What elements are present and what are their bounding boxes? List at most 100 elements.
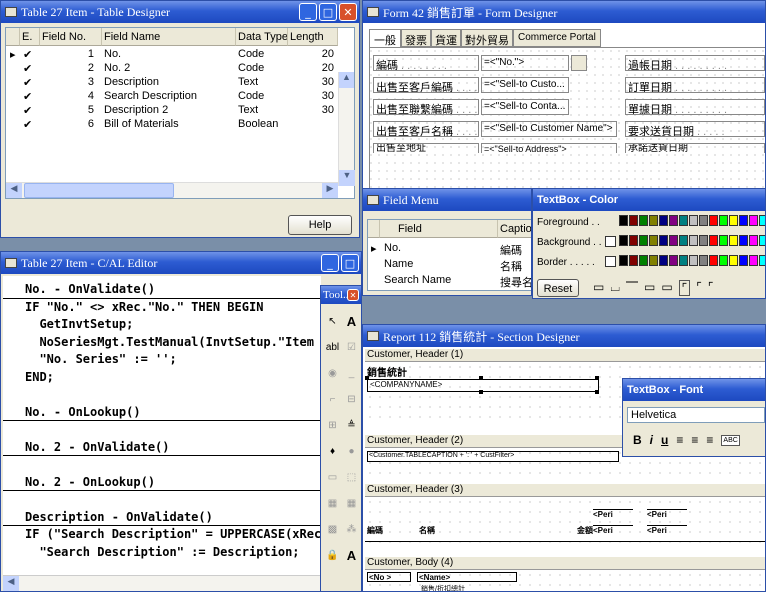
company-name-field[interactable]: <COMPANYNAME> bbox=[367, 379, 599, 392]
textbox-sell-to-contact-no[interactable]: =<"Sell-to Conta... bbox=[481, 99, 569, 115]
toolbox-tool[interactable]: ⬚ bbox=[342, 464, 361, 490]
color-swatch[interactable] bbox=[739, 255, 748, 266]
toolbox-tool[interactable]: ≜ bbox=[342, 412, 361, 438]
selection-handle[interactable] bbox=[365, 376, 369, 380]
minimize-button[interactable]: _ bbox=[321, 254, 339, 272]
color-swatch[interactable] bbox=[749, 255, 758, 266]
selection-handle[interactable] bbox=[479, 376, 483, 380]
col-header-field-name[interactable]: Field Name bbox=[104, 31, 160, 43]
label-no[interactable]: 編碼 bbox=[376, 60, 398, 70]
col-header-caption[interactable]: Caption bbox=[500, 223, 531, 235]
title-bar[interactable]: TextBox - Color bbox=[533, 189, 765, 211]
minimize-button[interactable]: _ bbox=[299, 3, 317, 21]
toolbox-tool[interactable]: ⌐ bbox=[323, 386, 342, 412]
table-row[interactable]: ✔ 4 Search Description Code 30 bbox=[6, 90, 338, 103]
color-swatch[interactable] bbox=[619, 235, 628, 246]
code-line[interactable]: "Search Description" := Description; bbox=[3, 544, 321, 562]
toolbox-tool[interactable]: ⊟ bbox=[342, 386, 361, 412]
color-swatch[interactable] bbox=[659, 255, 668, 266]
color-swatch[interactable] bbox=[689, 235, 698, 246]
table-row[interactable]: ✔ 6 Bill of Materials Boolean bbox=[6, 118, 338, 131]
color-swatch[interactable] bbox=[629, 255, 638, 266]
table-row[interactable]: ▸ ✔ 1 No. Code 20 bbox=[6, 48, 338, 61]
enabled-checkbox[interactable]: ✔ bbox=[23, 104, 32, 117]
border-bottom-icon[interactable]: ⌴ bbox=[610, 280, 620, 296]
scroll-up-arrow-icon[interactable]: ▲ bbox=[339, 72, 354, 88]
help-button[interactable]: Help bbox=[288, 215, 352, 235]
color-swatch[interactable] bbox=[689, 215, 698, 226]
code-line[interactable]: NoSeriesMgt.TestManual(InvtSetup."Item N… bbox=[3, 334, 321, 352]
align-center-button[interactable]: ≡ bbox=[691, 433, 698, 447]
col-header-field-no[interactable]: Field No. bbox=[42, 31, 86, 43]
code-line[interactable] bbox=[3, 491, 321, 509]
color-swatch[interactable] bbox=[759, 255, 765, 266]
bold-button[interactable]: B bbox=[633, 433, 642, 447]
toolbox-tool[interactable]: ⊞ bbox=[323, 412, 342, 438]
column-caption-no[interactable]: 編碼 bbox=[367, 525, 383, 536]
toolbox-tool[interactable]: ▦ bbox=[323, 490, 342, 516]
background-palette[interactable] bbox=[619, 235, 765, 246]
toolbox-tool[interactable]: ◉ bbox=[323, 360, 342, 386]
color-swatch[interactable] bbox=[639, 255, 648, 266]
column-caption-name[interactable]: 名稱 bbox=[419, 525, 435, 536]
code-line[interactable]: END; bbox=[3, 369, 321, 387]
maximize-button[interactable]: □ bbox=[319, 3, 337, 21]
toolbox-tool[interactable]: A bbox=[342, 542, 361, 568]
color-swatch[interactable] bbox=[739, 235, 748, 246]
code-editor[interactable]: No. - OnValidate() IF "No." <> xRec."No."… bbox=[3, 276, 321, 576]
scroll-right-arrow-icon[interactable]: ▶ bbox=[322, 183, 338, 198]
border-palette[interactable] bbox=[619, 255, 765, 266]
textbox-sell-to-address[interactable]: =<"Sell-to Address"> bbox=[481, 143, 617, 153]
color-swatch[interactable] bbox=[669, 235, 678, 246]
tab-invoicing[interactable]: 發票 bbox=[401, 29, 431, 47]
color-swatch[interactable] bbox=[699, 215, 708, 226]
col-header-enabled[interactable]: E. bbox=[22, 31, 32, 43]
tab-shipping[interactable]: 貨運 bbox=[431, 29, 461, 47]
color-swatch[interactable] bbox=[669, 255, 678, 266]
trigger-header[interactable]: No. 2 - OnValidate() bbox=[3, 439, 321, 456]
enabled-checkbox[interactable]: ✔ bbox=[23, 76, 32, 89]
code-line[interactable] bbox=[3, 386, 321, 404]
label-document-date[interactable]: 單據日期 bbox=[628, 104, 672, 114]
color-swatch[interactable] bbox=[619, 255, 628, 266]
color-swatch[interactable] bbox=[629, 215, 638, 226]
label-promised-delivery-date[interactable]: 承諾送貨日期 bbox=[628, 144, 688, 153]
section-header[interactable]: Customer, Header (1) bbox=[365, 349, 765, 362]
background-transparent-checkbox[interactable] bbox=[605, 236, 616, 247]
color-swatch[interactable] bbox=[749, 235, 758, 246]
close-button[interactable]: ✕ bbox=[339, 3, 357, 21]
code-line[interactable]: IF ("Search Description" = UPPERCASE(xRe… bbox=[3, 526, 321, 544]
color-swatch[interactable] bbox=[699, 235, 708, 246]
toolbox-tool[interactable]: ▦ bbox=[342, 490, 361, 516]
color-swatch[interactable] bbox=[679, 235, 688, 246]
selection-handle[interactable] bbox=[595, 390, 599, 394]
enabled-checkbox[interactable]: ✔ bbox=[23, 118, 32, 131]
section-header[interactable]: Customer, Header (3) bbox=[365, 484, 765, 497]
toolbox-tool[interactable]: 🔒 bbox=[323, 542, 342, 568]
textbox-sell-to-customer-name[interactable]: =<"Sell-to Customer Name"> bbox=[481, 121, 617, 137]
toolbox-tool[interactable]: ⁂ bbox=[342, 516, 361, 542]
color-swatch[interactable] bbox=[759, 235, 765, 246]
tab-foreign-trade[interactable]: 對外貿易 bbox=[461, 29, 513, 47]
color-swatch[interactable] bbox=[759, 215, 765, 226]
toolbox-tool[interactable]: _ bbox=[342, 360, 361, 386]
name-field[interactable]: <Name> bbox=[417, 572, 517, 582]
code-line[interactable]: GetInvtSetup; bbox=[3, 316, 321, 334]
toolbox-tool[interactable]: ☑ bbox=[342, 334, 361, 360]
label-sell-to-contact-no[interactable]: 出售至聯繫編碼 bbox=[376, 104, 453, 114]
color-swatch[interactable] bbox=[649, 255, 658, 266]
code-line[interactable] bbox=[3, 421, 321, 439]
border-box-icon[interactable]: ▭ bbox=[644, 280, 655, 296]
color-swatch[interactable] bbox=[659, 235, 668, 246]
list-item[interactable]: ▸ No. 編碼 bbox=[368, 242, 531, 257]
period-field[interactable]: <Peri bbox=[647, 525, 687, 535]
border-box-icon[interactable]: ▭ bbox=[661, 280, 672, 296]
col-header-field[interactable]: Field bbox=[398, 223, 422, 235]
enabled-checkbox[interactable]: ✔ bbox=[23, 62, 32, 75]
trigger-header[interactable]: No. - OnLookup() bbox=[3, 404, 321, 421]
border-corner-icon[interactable]: ⌜ bbox=[708, 280, 714, 296]
close-button[interactable]: ✕ bbox=[347, 289, 359, 301]
sales-discount-label[interactable]: 銷售/折扣總計 bbox=[421, 584, 465, 591]
label-requested-delivery-date[interactable]: 要求送貨日期 bbox=[628, 126, 694, 136]
color-swatch[interactable] bbox=[699, 255, 708, 266]
